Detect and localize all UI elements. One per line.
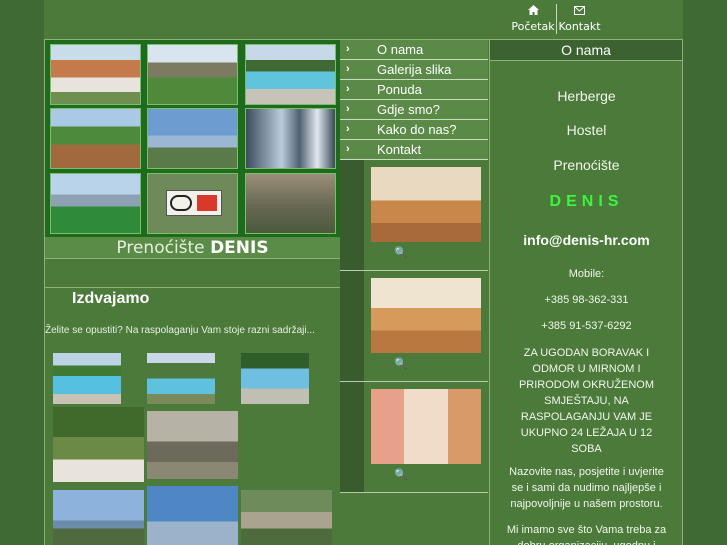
chevron-right-icon: ›: [346, 43, 350, 55]
info-heading: O nama: [490, 40, 682, 61]
stadium-photo: [50, 173, 141, 234]
chevron-right-icon: ›: [346, 103, 350, 115]
arrow-sign-icon: [197, 195, 217, 211]
nav-item-o-nama[interactable]: › O nama: [340, 40, 488, 60]
bike-icon: [170, 195, 192, 211]
nav-label: O nama: [377, 42, 424, 57]
brand-prefix: Prenoćište: [116, 238, 205, 258]
chevron-right-icon: ›: [346, 83, 350, 95]
ruins-aerial-photo: [245, 173, 336, 234]
room-gutter: [340, 382, 364, 492]
info-description: ZA UGODAN BORAVAK I ODMOR U MIRNOM I PRI…: [518, 347, 655, 455]
nav-item-gdje-smo[interactable]: › Gdje smo?: [340, 100, 488, 120]
bike-sign-photo: [147, 173, 238, 234]
info-hostel: Hostel: [566, 122, 607, 138]
info-panel: O nama Herberge Hostel Prenoćište DENIS …: [489, 40, 682, 545]
featured-pool-photo-1[interactable]: [53, 353, 121, 404]
featured-paraglider-photo[interactable]: [53, 490, 144, 545]
fields-photo: [50, 108, 141, 169]
room-photo-1[interactable]: [371, 167, 481, 242]
featured-title: Izdvajamo: [72, 290, 150, 307]
nav-item-kontakt[interactable]: › Kontakt: [340, 140, 488, 160]
room-gallery: 🔍 🔍 🔍: [340, 160, 488, 545]
trail-sign: [166, 190, 222, 216]
chevron-right-icon: ›: [346, 63, 350, 75]
room-item: 🔍: [340, 382, 488, 493]
zoom-icon[interactable]: 🔍: [394, 357, 408, 370]
info-prenociste: Prenoćište: [553, 157, 620, 173]
home-label: Početak: [511, 20, 555, 33]
featured-horse-riding-photo[interactable]: [53, 407, 144, 482]
room-photo-2[interactable]: [371, 278, 481, 353]
nav-label: Galerija slika: [377, 62, 452, 77]
brand-spacer: [45, 260, 340, 288]
home-icon: [510, 4, 556, 20]
info-mobile-label: Mobile:: [568, 268, 605, 280]
room-photo-3[interactable]: [371, 389, 481, 464]
featured-paraglider-photo-2[interactable]: [147, 486, 238, 545]
brand-name: DENIS: [210, 238, 269, 258]
zoom-icon[interactable]: 🔍: [394, 468, 408, 481]
featured-subtitle: Želite se opustiti? Na raspolaganju Vam …: [45, 325, 315, 336]
info-email-link[interactable]: info@denis-hr.com: [490, 232, 683, 248]
zoom-icon[interactable]: 🔍: [394, 246, 408, 259]
featured-pool-photo-3[interactable]: [241, 353, 309, 404]
room-item: 🔍: [340, 160, 488, 271]
nav-label: Ponuda: [377, 82, 422, 97]
nav-item-galerija[interactable]: › Galerija slika: [340, 60, 488, 80]
pool-photo: [245, 44, 336, 105]
nav-label: Gdje smo?: [377, 102, 440, 117]
garden-photo: [147, 44, 238, 105]
chevron-right-icon: ›: [346, 143, 350, 155]
home-link[interactable]: Početak: [510, 4, 556, 34]
contact-label: Kontakt: [558, 20, 601, 33]
contact-link[interactable]: Kontakt: [556, 4, 602, 34]
photo-mosaic: [45, 40, 340, 237]
nav-item-kako-do-nas[interactable]: › Kako do nas?: [340, 120, 488, 140]
room-gutter: [340, 160, 364, 270]
room-item: 🔍: [340, 271, 488, 382]
waterfall-photo: [245, 108, 336, 169]
info-herberge: Herberge: [557, 88, 616, 104]
paragliding-photo: [147, 108, 238, 169]
info-brand: DENIS: [549, 193, 624, 210]
hostel-building-photo: [50, 44, 141, 105]
info-offer: Mi imamo sve što Vama treba za dobru org…: [506, 524, 667, 545]
room-gutter: [340, 271, 364, 381]
info-invite: Nazovite nas, posjetite i uvjerite se i …: [509, 466, 664, 510]
featured-horses-photo[interactable]: [147, 411, 238, 479]
info-phone-1: +385 98-362-331: [544, 294, 629, 306]
brand-banner: Prenoćište DENIS: [45, 237, 340, 259]
main-nav: › O nama › Galerija slika › Ponuda › Gdje sm…: [340, 40, 488, 160]
envelope-icon: [557, 4, 602, 20]
chevron-right-icon: ›: [346, 123, 350, 135]
nav-label: Kako do nas?: [377, 122, 457, 137]
featured-pool-photo-2[interactable]: [147, 353, 215, 404]
nav-label: Kontakt: [377, 142, 422, 157]
nav-item-ponuda[interactable]: › Ponuda: [340, 80, 488, 100]
info-phone-2: +385 91-537-6292: [541, 320, 632, 332]
featured-town-aerial-photo[interactable]: [241, 490, 332, 545]
